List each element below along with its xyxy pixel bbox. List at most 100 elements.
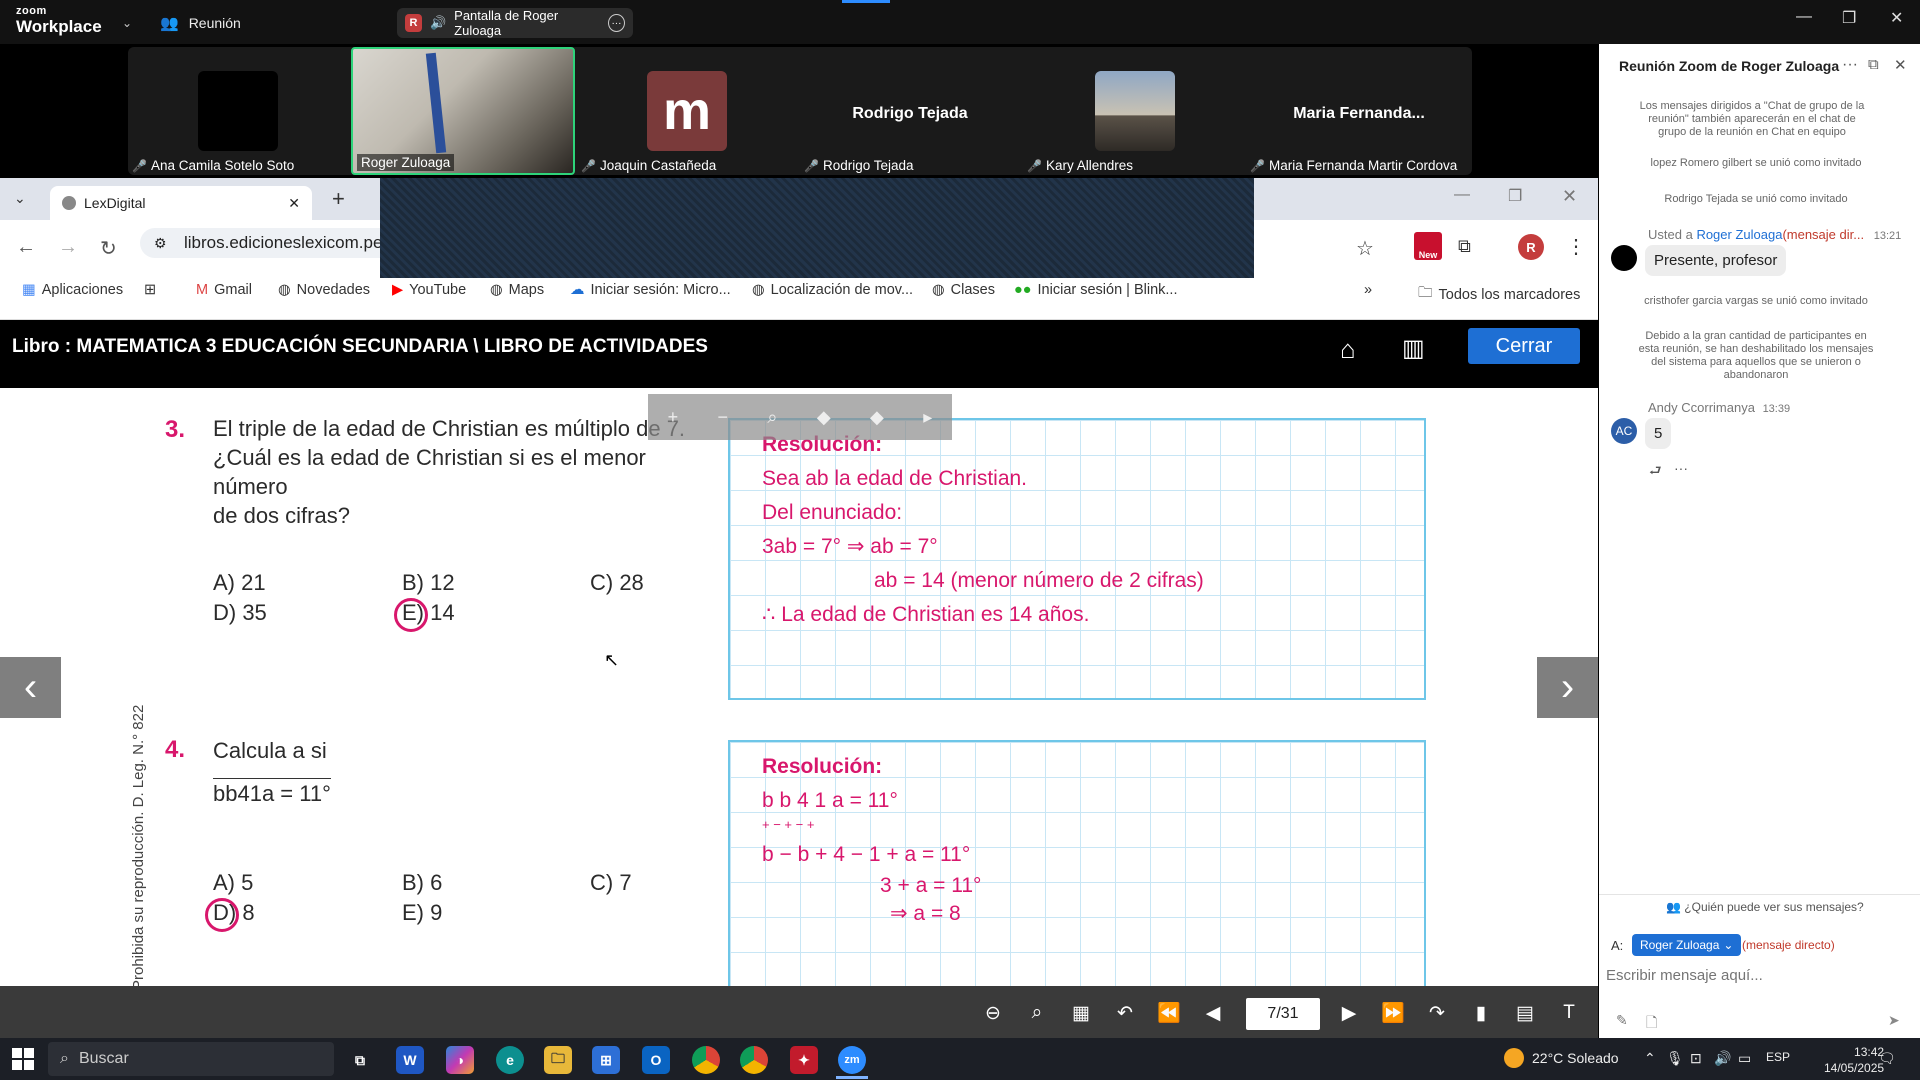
prev-icon[interactable]: ◆: [817, 407, 831, 428]
camera-icon[interactable]: ⊡: [1690, 1050, 1702, 1067]
browser-menu-icon[interactable]: ⋮: [1566, 234, 1586, 259]
weather-text[interactable]: 22°C Soleado: [1532, 1050, 1619, 1066]
prev-page-button[interactable]: ‹: [0, 657, 61, 718]
fit-icon[interactable]: ▸: [923, 407, 932, 428]
site-info-icon[interactable]: ⚙: [154, 235, 167, 252]
next-page-icon[interactable]: ▶: [1334, 998, 1364, 1028]
back-icon[interactable]: ←: [16, 236, 36, 259]
clock[interactable]: 13:42 14/05/2025: [1824, 1044, 1884, 1076]
volume-icon[interactable]: 🔊: [1714, 1050, 1731, 1067]
extension-new-icon[interactable]: New: [1414, 232, 1442, 260]
zoom-app-icon[interactable]: zm: [838, 1046, 866, 1074]
more-options-icon[interactable]: ···: [1842, 56, 1858, 74]
bookmark-star-icon[interactable]: ☆: [1356, 236, 1374, 261]
word-icon[interactable]: W: [396, 1046, 424, 1074]
copilot-icon[interactable]: ◑: [446, 1046, 474, 1074]
send-icon[interactable]: ➤: [1888, 1012, 1900, 1029]
participant-tile[interactable]: 🎤 Ana Camila Sotelo Soto: [128, 47, 348, 175]
reply-icon[interactable]: ⮐: [1649, 460, 1662, 484]
edge-icon[interactable]: e: [496, 1046, 524, 1074]
restore-icon[interactable]: ❐: [1842, 8, 1856, 28]
tab-groups-icon[interactable]: ⊞: [144, 282, 156, 298]
undo-icon[interactable]: ↶: [1110, 998, 1140, 1028]
browser-close-icon[interactable]: ✕: [1562, 186, 1577, 207]
bookmark-localizacion[interactable]: ◍ Localización de mov...: [752, 282, 913, 298]
last-page-icon[interactable]: ⏩: [1378, 998, 1408, 1028]
chrome-icon[interactable]: [740, 1046, 768, 1074]
chevron-down-icon[interactable]: ⌄: [122, 16, 132, 30]
tray-chevron-icon[interactable]: ⌃: [1644, 1050, 1656, 1067]
previous-page-icon[interactable]: ◀: [1198, 998, 1228, 1028]
layers-icon[interactable]: ▤: [1510, 998, 1540, 1028]
notifications-icon[interactable]: 🗨: [1878, 1050, 1896, 1067]
extensions-icon[interactable]: ⧉: [1458, 236, 1471, 257]
book-icon[interactable]: ▥: [1402, 334, 1425, 363]
chat-input[interactable]: [1606, 962, 1906, 988]
participant-tile[interactable]: 🎤 Kary Allendres: [1023, 47, 1243, 175]
app-icon[interactable]: ✦: [790, 1046, 818, 1074]
microphone-icon[interactable]: 🎙: [1666, 1050, 1684, 1067]
browser-restore-icon[interactable]: ❐: [1508, 186, 1522, 206]
bookmark-icon[interactable]: ▮: [1466, 998, 1496, 1028]
redo-icon[interactable]: ↷: [1422, 998, 1452, 1028]
bookmark-maps[interactable]: ◍ Maps: [490, 282, 544, 298]
plus-icon[interactable]: +: [668, 407, 679, 428]
close-icon[interactable]: ✕: [1890, 8, 1903, 28]
bookmark-youtube[interactable]: ▶ YouTube: [392, 282, 466, 298]
bookmark-apps[interactable]: ▦ Aplicaciones: [22, 282, 123, 298]
next-icon[interactable]: ◆: [870, 407, 884, 428]
outlook-icon[interactable]: O: [642, 1046, 670, 1074]
bookmark-blink[interactable]: ●● Iniciar sesión | Blink...: [1014, 282, 1178, 298]
file-icon[interactable]: 🗋: [1646, 1012, 1657, 1036]
next-page-button[interactable]: ›: [1537, 657, 1598, 718]
browser-tab[interactable]: LexDigital ✕: [50, 186, 312, 220]
reload-icon[interactable]: ↻: [100, 236, 117, 261]
text-icon[interactable]: T: [1554, 998, 1584, 1028]
format-icon[interactable]: ✎: [1616, 1012, 1628, 1029]
tab-close-icon[interactable]: ✕: [288, 195, 300, 212]
bookmark-gmail[interactable]: M Gmail: [196, 282, 252, 298]
task-view-icon[interactable]: ⧉: [346, 1046, 374, 1074]
zoom-out-icon[interactable]: ⊖: [978, 998, 1008, 1028]
browser-minimize-icon[interactable]: —: [1454, 186, 1470, 204]
store-icon[interactable]: ⊞: [592, 1046, 620, 1074]
recipient-select[interactable]: Roger Zuloaga ⌄: [1632, 934, 1742, 956]
bookmark-microsoft[interactable]: ☁ Iniciar sesión: Micro...: [570, 282, 731, 298]
meeting-menu[interactable]: 👥 Reunión: [160, 14, 241, 32]
thumbnails-icon[interactable]: ▦: [1066, 998, 1096, 1028]
minimize-icon[interactable]: —: [1796, 8, 1812, 26]
taskbar-search[interactable]: ⌕ Buscar: [48, 1042, 334, 1076]
who-can-see-link[interactable]: 👥 ¿Quién puede ver sus mensajes?: [1666, 900, 1864, 914]
more-bookmarks-icon[interactable]: »: [1364, 282, 1372, 298]
more-icon[interactable]: ···: [1674, 460, 1688, 476]
new-tab-icon[interactable]: +: [332, 186, 345, 212]
page-indicator[interactable]: 7/31: [1246, 998, 1320, 1030]
display-icon[interactable]: ▭: [1738, 1050, 1751, 1067]
minus-icon[interactable]: −: [718, 407, 729, 428]
profile-avatar[interactable]: R: [1518, 234, 1544, 260]
participant-tile-active[interactable]: Roger Zuloaga: [351, 47, 575, 175]
zoom-icon[interactable]: ⌕: [767, 407, 777, 428]
participant-tile[interactable]: Maria Fernanda... 🎤 Maria Fernanda Martir…: [1246, 47, 1472, 175]
more-icon[interactable]: ···: [607, 14, 625, 32]
forward-icon[interactable]: →: [58, 236, 78, 259]
tab-search-icon[interactable]: ⌄: [14, 190, 26, 207]
language-indicator[interactable]: ESP: [1766, 1050, 1790, 1064]
chrome-icon[interactable]: [692, 1046, 720, 1074]
file-explorer-icon[interactable]: 🗀: [544, 1046, 572, 1074]
popout-icon[interactable]: ⧉: [1868, 56, 1879, 73]
windows-start-icon[interactable]: [12, 1048, 34, 1070]
home-icon[interactable]: ⌂: [1340, 334, 1356, 365]
share-indicator[interactable]: R 🔊 Pantalla de Roger Zuloaga ···: [397, 8, 633, 38]
bookmark-novedades[interactable]: ◍ Novedades: [278, 282, 370, 298]
chat-message[interactable]: 5: [1645, 418, 1672, 449]
chat-message[interactable]: Presente, profesor: [1645, 245, 1787, 276]
first-page-icon[interactable]: ⏪: [1154, 998, 1184, 1028]
bookmark-clases[interactable]: ◍ Clases: [932, 282, 995, 298]
close-book-button[interactable]: Cerrar: [1468, 328, 1580, 364]
search-icon[interactable]: ⌕: [1022, 998, 1052, 1028]
participant-tile[interactable]: Rodrigo Tejada 🎤 Rodrigo Tejada: [800, 47, 1020, 175]
participant-tile[interactable]: m 🎤 Joaquin Castañeda: [577, 47, 797, 175]
all-bookmarks[interactable]: 🗀 Todos los marcadores: [1418, 282, 1580, 307]
close-chat-icon[interactable]: ✕: [1894, 56, 1907, 74]
